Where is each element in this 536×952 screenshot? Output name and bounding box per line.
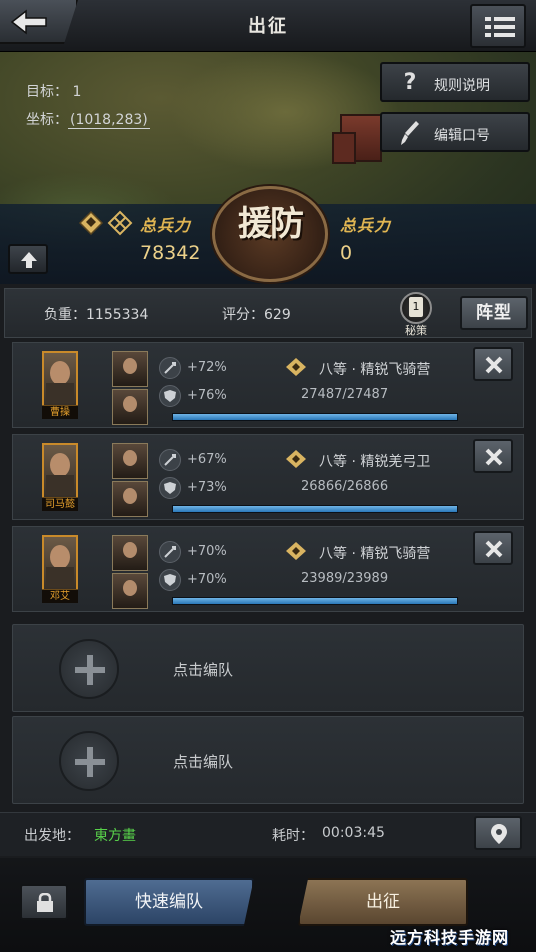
troop-progress-fill xyxy=(173,506,457,512)
hero-portrait[interactable]: 曹操 xyxy=(42,351,78,419)
target-value: 1 xyxy=(72,84,82,100)
shield-icon xyxy=(159,477,181,499)
secret-label: 秘策 xyxy=(405,324,427,337)
squad-card[interactable]: 曹操 +72% +76% 八等 · 精锐飞骑营 27487/27487 xyxy=(12,342,524,428)
archer-icon xyxy=(107,210,133,236)
troop-progress-bar xyxy=(172,505,458,513)
edit-slogan-button[interactable]: 编辑口号 xyxy=(380,112,530,152)
left-troop-label: 总兵力 xyxy=(140,216,192,235)
sub-hero-portrait[interactable] xyxy=(112,535,148,571)
lock-icon xyxy=(37,893,53,912)
unit-type-icon xyxy=(286,358,306,376)
collapse-button[interactable] xyxy=(8,244,48,274)
unit-name: 八等 · 精锐飞骑营 xyxy=(319,546,431,562)
depart-info: 出发地： 東方畫 耗时： 00:03:45 xyxy=(0,812,536,856)
page-title: 出征 xyxy=(248,16,288,37)
left-troop-value: 78342 xyxy=(140,242,201,264)
list-icon xyxy=(485,17,515,37)
cavalry-icon xyxy=(78,210,104,236)
close-icon xyxy=(485,540,503,558)
plus-icon xyxy=(75,747,105,777)
emblem-text: 援防 xyxy=(238,204,304,244)
squad-card[interactable]: 司马懿 +67% +73% 八等 · 精锐羌弓卫 26866/26866 xyxy=(12,434,524,520)
question-icon: ? xyxy=(403,70,417,95)
map-pin-icon xyxy=(491,824,507,844)
sub-hero-portrait[interactable] xyxy=(112,481,148,517)
empty-slot-label: 点击编队 xyxy=(173,753,234,771)
load-stat: 负重：1155334 xyxy=(44,307,149,323)
add-squad-button[interactable] xyxy=(59,639,119,699)
secret-strategy-button[interactable]: 1 秘策 xyxy=(396,292,436,337)
scroll-icon: 1 xyxy=(400,292,432,324)
sub-hero-portrait[interactable] xyxy=(112,443,148,479)
add-squad-button[interactable] xyxy=(59,731,119,791)
top-bar: 出征 xyxy=(0,0,536,52)
sub-hero-portrait[interactable] xyxy=(112,351,148,387)
coord-value[interactable]: (1018,283) xyxy=(68,112,150,129)
score-stat: 评分：629 xyxy=(222,307,291,323)
remove-squad-button[interactable] xyxy=(473,439,513,473)
unit-type-icon xyxy=(286,450,306,468)
depart-label: 出发地： xyxy=(24,828,80,844)
close-icon xyxy=(485,356,503,374)
hero-name: 邓艾 xyxy=(42,589,78,603)
rules-label: 规则说明 xyxy=(434,78,490,94)
shield-icon xyxy=(159,385,181,407)
remove-squad-button[interactable] xyxy=(473,531,513,565)
time-label: 耗时： xyxy=(272,828,314,844)
menu-button[interactable] xyxy=(470,4,526,48)
unit-name: 八等 · 精锐羌弓卫 xyxy=(319,454,431,470)
attack-buff: +67% xyxy=(187,452,227,467)
attack-buff: +70% xyxy=(187,544,227,559)
castle-icon xyxy=(332,114,382,164)
troop-count: 23989/23989 xyxy=(301,571,389,586)
attack-buff: +72% xyxy=(187,360,227,375)
defense-buff: +76% xyxy=(187,388,227,403)
plus-icon xyxy=(75,655,105,685)
hero-name: 曹操 xyxy=(42,405,78,419)
troop-count: 26866/26866 xyxy=(301,479,389,494)
troop-progress-bar xyxy=(172,597,458,605)
remove-squad-button[interactable] xyxy=(473,347,513,381)
watermark-text: 远方科技手游网 xyxy=(390,928,510,947)
unit-type-icon xyxy=(286,542,306,560)
squad-card[interactable]: 邓艾 +70% +70% 八等 · 精锐飞骑营 23989/23989 xyxy=(12,526,524,612)
hero-name: 司马懿 xyxy=(42,497,78,511)
depart-location: 東方畫 xyxy=(94,828,136,844)
empty-squad-slot[interactable]: 点击编队 xyxy=(12,624,524,712)
rules-button[interactable]: ? 规则说明 xyxy=(380,62,530,102)
defense-buff: +73% xyxy=(187,480,227,495)
right-troop-value: 0 xyxy=(340,242,353,264)
troop-count: 27487/27487 xyxy=(301,387,389,402)
right-troop-label: 总兵力 xyxy=(340,216,392,235)
march-button[interactable]: 出征 xyxy=(298,878,468,926)
sword-icon xyxy=(159,449,181,471)
location-button[interactable] xyxy=(474,816,522,850)
formation-button[interactable]: 阵型 xyxy=(460,296,528,330)
lock-formation-button[interactable] xyxy=(20,884,68,920)
coord-label: 坐标： xyxy=(26,112,68,128)
troop-progress-fill xyxy=(173,414,457,420)
target-label: 目标： xyxy=(26,84,68,100)
sub-hero-portrait[interactable] xyxy=(112,389,148,425)
empty-squad-slot[interactable]: 点击编队 xyxy=(12,716,524,804)
close-icon xyxy=(485,448,503,466)
hero-portrait[interactable]: 司马懿 xyxy=(42,443,78,511)
time-value: 00:03:45 xyxy=(322,825,385,841)
empty-slot-label: 点击编队 xyxy=(173,661,234,679)
arrow-up-icon xyxy=(21,252,37,268)
troop-progress-bar xyxy=(172,413,458,421)
troop-progress-fill xyxy=(173,598,457,604)
quick-formation-button[interactable]: 快速编队 xyxy=(84,878,254,926)
edit-slogan-label: 编辑口号 xyxy=(434,128,490,144)
target-info: 目标： 1 坐标： (1018,283) xyxy=(26,78,150,134)
defense-buff: +70% xyxy=(187,572,227,587)
sword-icon xyxy=(159,357,181,379)
sub-hero-portrait[interactable] xyxy=(112,573,148,609)
brush-icon xyxy=(398,120,422,146)
unit-name: 八等 · 精锐飞骑营 xyxy=(319,362,431,378)
shield-icon xyxy=(159,569,181,591)
sword-icon xyxy=(159,541,181,563)
hero-portrait[interactable]: 邓艾 xyxy=(42,535,78,603)
